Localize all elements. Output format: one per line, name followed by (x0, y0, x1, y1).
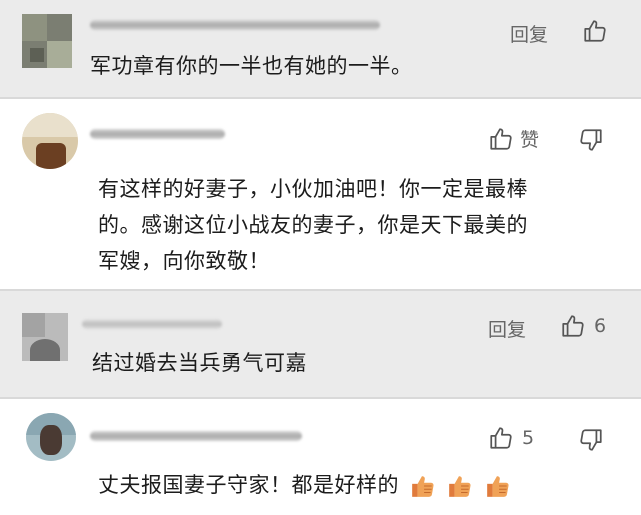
comment-card-2: 赞 有这样的好妻子，小伙加油吧！你一定是最棒 的。感谢这位小战友的妻子，你是天下… (0, 99, 641, 289)
comment-card-3: 回复 6 结过婚去当兵勇气可嘉 (0, 291, 641, 397)
avatar[interactable] (22, 113, 78, 169)
like-count: 6 (594, 315, 607, 337)
comment-text-content: 丈夫报国妻子守家！都是好样的 (98, 473, 399, 497)
like-button[interactable] (582, 18, 608, 44)
username-redacted (90, 20, 380, 30)
thumb-up-icon (490, 127, 512, 150)
like-button[interactable]: 5 (488, 425, 534, 451)
comment-card-1: 回复 军功章有你的一半也有她的一半。 (0, 0, 641, 97)
avatar[interactable] (22, 313, 68, 361)
reply-button[interactable]: 回复 (510, 20, 548, 47)
dislike-button[interactable] (578, 127, 604, 153)
thumb-down-icon (580, 129, 602, 151)
reply-button[interactable]: 回复 (488, 315, 526, 342)
username-redacted (90, 431, 302, 441)
comment-card-4: 5 丈夫报国妻子守家！都是好样的 (0, 399, 641, 515)
thumb-up-icon (490, 427, 512, 449)
username-redacted (90, 129, 225, 139)
dislike-button[interactable] (578, 427, 604, 453)
like-label: 赞 (520, 129, 540, 151)
like-button[interactable]: 赞 (488, 125, 539, 152)
comment-text: 军功章有你的一半也有她的一半。 (90, 54, 413, 78)
thumbs-up-emoji (486, 476, 509, 497)
comment-text: 丈夫报国妻子守家！都是好样的 (98, 467, 511, 503)
avatar[interactable] (22, 14, 72, 68)
like-count: 5 (522, 427, 535, 449)
username-redacted (82, 319, 222, 329)
thumb-down-icon (580, 429, 602, 451)
thumb-up-icon (562, 315, 584, 337)
comment-text: 结过婚去当兵勇气可嘉 (92, 351, 307, 375)
like-button[interactable]: 6 (560, 313, 606, 339)
comment-text: 有这样的好妻子，小伙加油吧！你一定是最棒 的。感谢这位小战友的妻子，你是天下最美… (98, 177, 528, 273)
avatar[interactable] (26, 413, 76, 461)
thumbs-up-emoji (449, 476, 471, 497)
thumb-up-icon (584, 20, 606, 42)
thumbs-up-emoji (412, 476, 434, 497)
